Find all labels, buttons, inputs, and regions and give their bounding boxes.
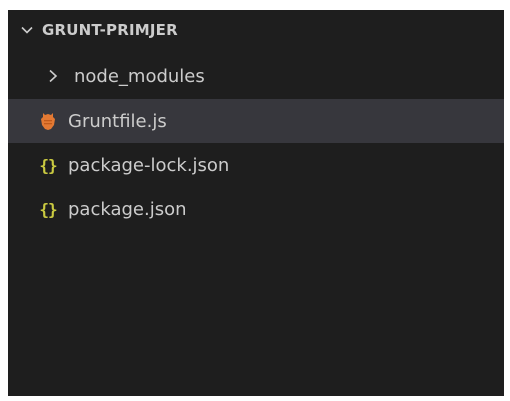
chevron-down-icon [17,20,37,40]
chevron-right-icon [46,64,60,88]
json-braces-icon: {} [39,199,57,219]
tree-item-label: package.json [68,198,187,220]
tree-item-package-lock[interactable]: {} package-lock.json [8,143,504,187]
folder-header[interactable]: GRUNT-PRIMJER [8,10,504,50]
tree-item-package-json[interactable]: {} package.json [8,187,504,231]
grunt-file-icon [36,109,60,133]
tree-item-gruntfile[interactable]: Gruntfile.js [8,99,504,143]
json-braces-icon: {} [39,155,57,175]
folder-name: GRUNT-PRIMJER [42,21,178,39]
tree-item-label: Gruntfile.js [68,110,167,132]
file-explorer: GRUNT-PRIMJER node_modules Gruntfile.js … [8,10,504,396]
tree-item-label: node_modules [74,65,205,87]
tree-item-label: package-lock.json [68,154,230,176]
tree-item-node-modules[interactable]: node_modules [8,54,504,98]
